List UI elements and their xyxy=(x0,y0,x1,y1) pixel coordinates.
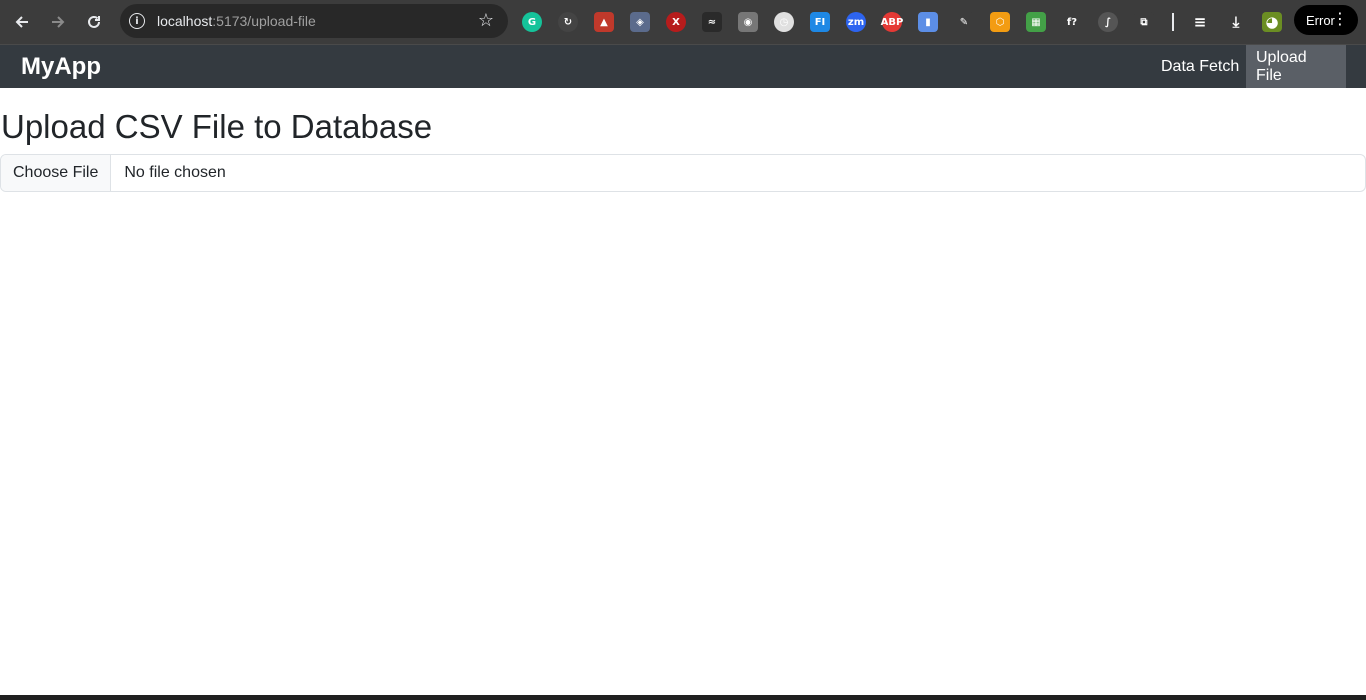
fi-icon[interactable]: FI xyxy=(810,12,830,32)
nav-link-data-fetch[interactable]: Data Fetch xyxy=(1151,45,1249,88)
document-icon[interactable]: ▮ xyxy=(918,12,938,32)
function-icon[interactable]: f? xyxy=(1062,12,1082,32)
adblock-icon[interactable]: ABP xyxy=(881,12,903,32)
site-info-icon[interactable]: i xyxy=(129,13,145,29)
file-status-text: No file chosen xyxy=(124,164,226,181)
choose-file-button[interactable]: Choose File xyxy=(1,155,112,191)
puzzle-icon[interactable]: ⧉ xyxy=(1134,12,1154,32)
extensions-bar: G ↻ ▲ ◈ X ≈ ◉ ◷ FI zm ABP ▮ ✎ ⬡ ▦ f? ∫ ⧉ ≡ ⤓ ◕ xyxy=(522,8,1298,36)
sync-icon[interactable]: ↻ xyxy=(558,12,578,32)
file-input[interactable]: Choose File No file chosen xyxy=(0,154,1366,192)
script-icon[interactable]: ∫ xyxy=(1098,12,1118,32)
zm-icon[interactable]: zm xyxy=(846,12,866,32)
grammarly-icon[interactable]: G xyxy=(522,12,542,32)
profile-error-button[interactable]: Error ⋮ xyxy=(1294,5,1358,35)
app-navbar: MyApp Data Fetch Upload File xyxy=(0,44,1366,88)
shield-red-icon[interactable]: ▲ xyxy=(594,12,614,32)
wave-icon[interactable]: ≈ xyxy=(702,12,722,32)
back-arrow-icon[interactable] xyxy=(4,4,40,40)
reload-icon[interactable] xyxy=(76,4,112,40)
taskbar xyxy=(0,695,1366,700)
camera-icon[interactable]: ◉ xyxy=(738,12,758,32)
bookmark-star-icon[interactable]: ☆ xyxy=(478,10,494,31)
toolbar-divider xyxy=(1172,13,1174,31)
url-text[interactable]: localhost:5173/upload-file xyxy=(157,13,316,29)
shield-blue-icon[interactable]: ◈ xyxy=(630,12,650,32)
nav-link-upload-file[interactable]: Upload File xyxy=(1246,45,1346,88)
clock-icon[interactable]: ◷ xyxy=(774,12,794,32)
download-icon[interactable]: ⤓ xyxy=(1226,12,1246,32)
page-title: Upload CSV File to Database xyxy=(1,108,433,145)
url-path: :5173/upload-file xyxy=(212,13,316,29)
qr-icon[interactable]: ▦ xyxy=(1026,12,1046,32)
forward-arrow-icon[interactable] xyxy=(40,4,76,40)
hex-icon[interactable]: ⬡ xyxy=(990,12,1010,32)
x-circle-icon[interactable]: X xyxy=(666,12,686,32)
brand-logo[interactable]: MyApp xyxy=(21,53,101,81)
url-host: localhost xyxy=(157,13,213,29)
address-bar[interactable]: i localhost:5173/upload-file ☆ xyxy=(120,4,508,38)
eyedropper-icon[interactable]: ✎ xyxy=(954,12,974,32)
reading-list-icon[interactable]: ≡ xyxy=(1190,12,1210,32)
kebab-menu-icon[interactable]: ⋮ xyxy=(1332,9,1348,28)
profile-error-label: Error xyxy=(1306,12,1335,28)
browser-toolbar: i localhost:5173/upload-file ☆ G ↻ ▲ ◈ X ≈ ◉ ◷ F… xyxy=(0,0,1366,44)
profile-avatar-icon[interactable]: ◕ xyxy=(1262,12,1282,32)
